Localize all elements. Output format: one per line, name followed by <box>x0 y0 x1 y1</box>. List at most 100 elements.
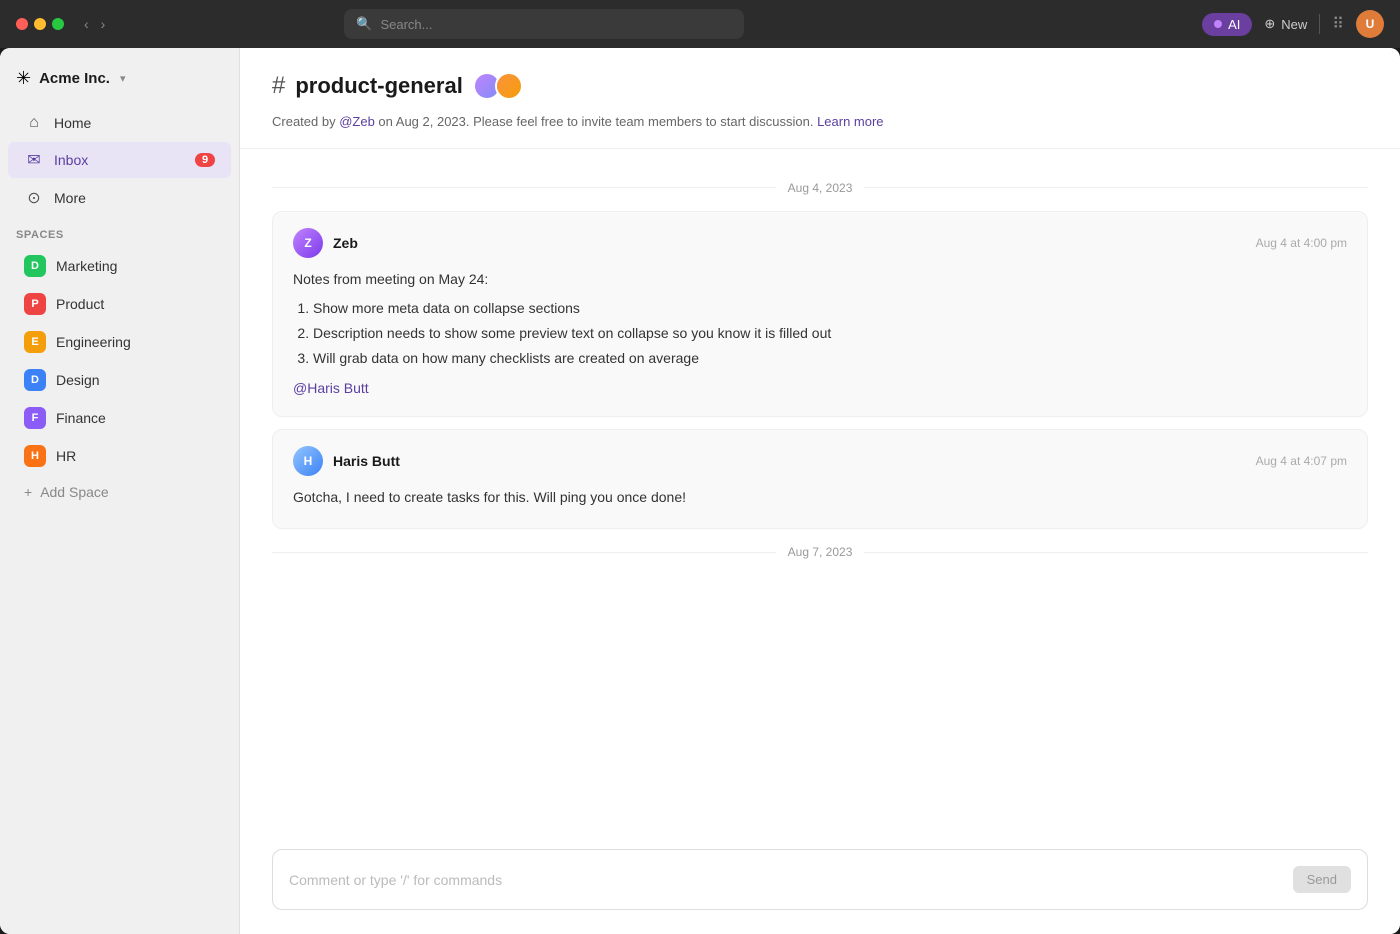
grid-icon[interactable]: ⠿ <box>1332 14 1344 34</box>
description-middle: on Aug 2, 2023. Please feel free to invi… <box>375 114 817 129</box>
message-card-2: H Haris Butt Aug 4 at 4:07 pm Gotcha, I … <box>272 429 1368 529</box>
back-button[interactable]: ‹ <box>80 14 93 34</box>
author-name-2: Haris Butt <box>333 453 400 469</box>
date-label-1: Aug 4, 2023 <box>788 181 853 195</box>
space-label: Engineering <box>56 334 131 350</box>
forward-button[interactable]: › <box>97 14 110 34</box>
message-intro: Notes from meeting on May 24: <box>293 268 1347 290</box>
minimize-button[interactable] <box>34 18 46 30</box>
avatar-img-2 <box>497 74 521 98</box>
comment-area: Send <box>240 833 1400 934</box>
channel-hash-icon: # <box>272 72 285 100</box>
description-author-link[interactable]: @Zeb <box>339 114 375 129</box>
app-container: ✳ Acme Inc. ▾ ⌂ Home ✉ Inbox 9 ⊙ More Sp… <box>0 48 1400 934</box>
message-header-2: H Haris Butt Aug 4 at 4:07 pm <box>293 446 1347 476</box>
sidebar-item-label: More <box>54 190 86 206</box>
space-badge-marketing: D <box>24 255 46 277</box>
spaces-section-title: Spaces <box>0 217 239 247</box>
message-time-1: Aug 4 at 4:00 pm <box>1256 236 1347 250</box>
message-body-1: Notes from meeting on May 24: Show more … <box>293 268 1347 400</box>
space-badge-hr: H <box>24 445 46 467</box>
messages-area: Aug 4, 2023 Z Zeb Aug 4 at 4:00 pm Notes… <box>240 149 1400 834</box>
more-icon: ⊙ <box>24 188 44 208</box>
mention-tag[interactable]: @Haris Butt <box>293 380 369 396</box>
chevron-down-icon: ▾ <box>120 72 126 85</box>
logo-icon: ✳ <box>16 68 31 89</box>
message-text-content: Gotcha, I need to create tasks for this.… <box>293 486 1347 508</box>
ai-button[interactable]: AI <box>1202 13 1252 36</box>
list-item: Description needs to show some preview t… <box>313 321 1347 346</box>
message-time-2: Aug 4 at 4:07 pm <box>1256 454 1347 468</box>
space-label: Design <box>56 372 100 388</box>
ai-dot-icon <box>1214 20 1222 28</box>
space-label: Product <box>56 296 104 312</box>
space-badge-finance: F <box>24 407 46 429</box>
sidebar: ✳ Acme Inc. ▾ ⌂ Home ✉ Inbox 9 ⊙ More Sp… <box>0 48 240 934</box>
list-item: Will grab data on how many checklists ar… <box>313 346 1347 371</box>
logo-text: Acme Inc. <box>39 70 110 87</box>
date-divider-2: Aug 7, 2023 <box>272 545 1368 559</box>
close-button[interactable] <box>16 18 28 30</box>
message-header-1: Z Zeb Aug 4 at 4:00 pm <box>293 228 1347 258</box>
author-row-2: H Haris Butt <box>293 446 400 476</box>
comment-input[interactable] <box>289 872 1293 888</box>
search-bar[interactable]: 🔍 <box>344 9 744 39</box>
member-avatars <box>473 72 523 100</box>
channel-header: # product-general Created by @Zeb on Aug… <box>240 48 1400 149</box>
author-name-1: Zeb <box>333 235 358 251</box>
sidebar-item-label: Inbox <box>54 152 88 168</box>
date-label-2: Aug 7, 2023 <box>788 545 853 559</box>
space-badge-design: D <box>24 369 46 391</box>
add-space-button[interactable]: + Add Space <box>8 476 231 508</box>
inbox-icon: ✉ <box>24 150 44 170</box>
sidebar-item-label: Home <box>54 115 91 131</box>
channel-description: Created by @Zeb on Aug 2, 2023. Please f… <box>272 112 1368 132</box>
logo[interactable]: ✳ Acme Inc. ▾ <box>0 60 239 105</box>
message-body-2: Gotcha, I need to create tasks for this.… <box>293 486 1347 508</box>
inbox-badge: 9 <box>195 153 215 167</box>
space-label: Marketing <box>56 258 117 274</box>
plus-icon: ⊕ <box>1264 16 1275 32</box>
avatar-haris: H <box>293 446 323 476</box>
titlebar-right: AI ⊕ New ⠿ U <box>1202 10 1384 38</box>
space-label: Finance <box>56 410 106 426</box>
space-badge-product: P <box>24 293 46 315</box>
message-card-1: Z Zeb Aug 4 at 4:00 pm Notes from meetin… <box>272 211 1368 417</box>
maximize-button[interactable] <box>52 18 64 30</box>
ai-label: AI <box>1228 17 1240 32</box>
sidebar-item-engineering[interactable]: E Engineering <box>8 324 231 360</box>
channel-title-row: # product-general <box>272 72 1368 100</box>
sidebar-item-more[interactable]: ⊙ More <box>8 180 231 216</box>
new-button[interactable]: ⊕ New <box>1264 16 1307 32</box>
avatar-zeb: Z <box>293 228 323 258</box>
sidebar-item-home[interactable]: ⌂ Home <box>8 106 231 140</box>
space-badge-engineering: E <box>24 331 46 353</box>
titlebar: ‹ › 🔍 AI ⊕ New ⠿ U <box>0 0 1400 48</box>
sidebar-item-hr[interactable]: H HR <box>8 438 231 474</box>
list-item: Show more meta data on collapse sections <box>313 296 1347 321</box>
search-input[interactable] <box>380 17 732 32</box>
space-label: HR <box>56 448 76 464</box>
sidebar-item-marketing[interactable]: D Marketing <box>8 248 231 284</box>
channel-title: product-general <box>295 73 462 99</box>
sidebar-item-product[interactable]: P Product <box>8 286 231 322</box>
message-list: Show more meta data on collapse sections… <box>313 296 1347 372</box>
home-icon: ⌂ <box>24 114 44 132</box>
sidebar-item-inbox[interactable]: ✉ Inbox 9 <box>8 142 231 178</box>
new-label: New <box>1281 17 1307 32</box>
main-content: # product-general Created by @Zeb on Aug… <box>240 48 1400 934</box>
nav-arrows: ‹ › <box>80 14 109 34</box>
add-space-label: Add Space <box>40 484 109 500</box>
send-button[interactable]: Send <box>1293 866 1351 893</box>
author-row-1: Z Zeb <box>293 228 358 258</box>
comment-box: Send <box>272 849 1368 910</box>
search-icon: 🔍 <box>356 16 372 32</box>
sidebar-item-finance[interactable]: F Finance <box>8 400 231 436</box>
traffic-lights <box>16 18 64 30</box>
plus-icon: + <box>24 484 32 500</box>
sidebar-item-design[interactable]: D Design <box>8 362 231 398</box>
member-avatar-2 <box>495 72 523 100</box>
avatar[interactable]: U <box>1356 10 1384 38</box>
learn-more-link[interactable]: Learn more <box>817 114 883 129</box>
date-divider-1: Aug 4, 2023 <box>272 181 1368 195</box>
